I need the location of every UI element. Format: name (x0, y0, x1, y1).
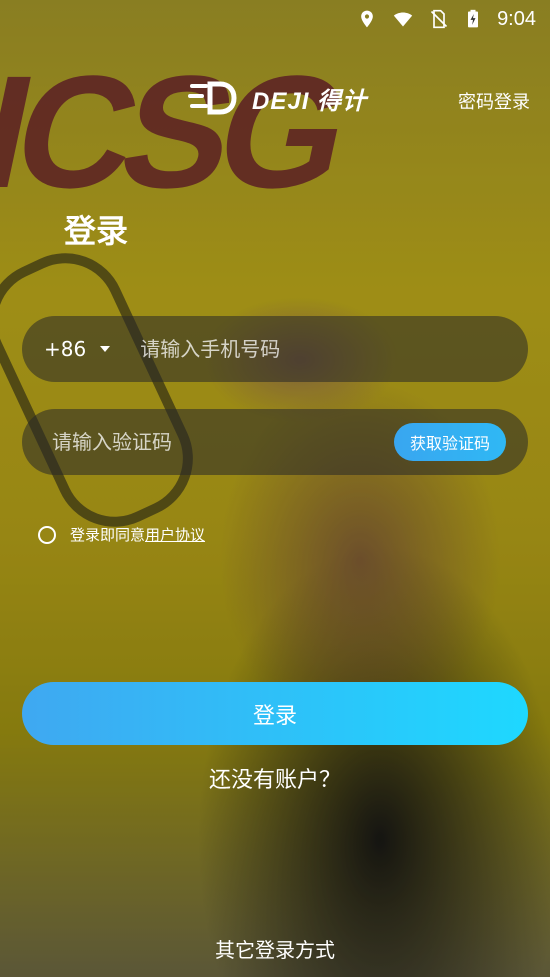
password-login-link[interactable]: 密码登录 (458, 88, 530, 114)
logo-text: DEJI 得计 (252, 87, 368, 115)
other-login-link[interactable]: 其它登录方式 (0, 934, 550, 963)
wifi-icon (393, 12, 413, 27)
user-agreement-link[interactable]: 用户协议 (145, 526, 205, 544)
status-bar: 9:04 (0, 0, 550, 38)
agreement-row: 登录即同意用户协议 (38, 524, 205, 545)
phone-input[interactable] (138, 336, 528, 362)
get-code-button[interactable]: 获取验证码 (393, 423, 506, 461)
code-input[interactable] (50, 429, 394, 455)
app-logo: DEJI 得计 (188, 78, 367, 118)
login-button[interactable]: 登录 (22, 682, 528, 745)
radio-icon[interactable] (38, 525, 56, 544)
phone-field: +86 (22, 316, 528, 382)
no-sim-icon (430, 9, 448, 29)
page-title: 登录 (64, 212, 129, 250)
code-field: 获取验证码 (22, 409, 528, 475)
country-code-selector[interactable]: +86 (44, 337, 111, 361)
country-code: +86 (44, 337, 87, 361)
dropdown-caret-icon (100, 346, 111, 352)
agreement-text: 登录即同意 (70, 526, 146, 544)
status-time: 9:04 (497, 7, 536, 30)
battery-charging-icon (468, 9, 479, 28)
no-account-link[interactable]: 还没有账户？ (0, 762, 550, 794)
logo-icon (188, 81, 237, 115)
location-icon (361, 10, 373, 28)
